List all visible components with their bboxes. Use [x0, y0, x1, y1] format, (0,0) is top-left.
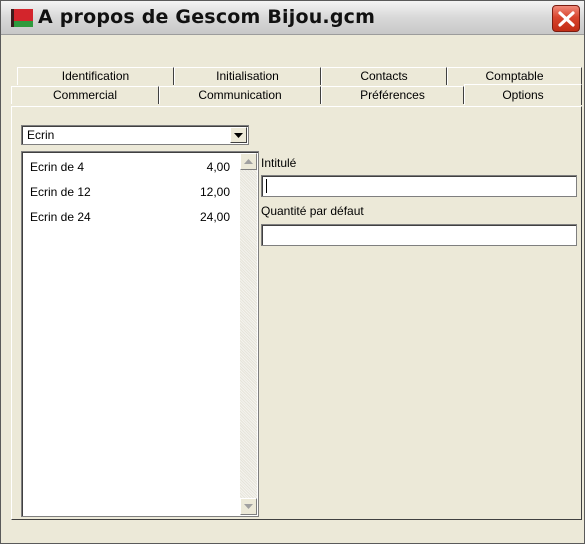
window-title: A propos de Gescom Bijou.gcm [38, 6, 376, 28]
tab-communication[interactable]: Communication [159, 86, 321, 104]
intitule-field[interactable] [261, 175, 577, 197]
intitule-label: Intitulé [261, 156, 297, 170]
list-item[interactable]: Ecrin de 12 12,00 [30, 185, 230, 203]
tab-row-front: Commercial Communication Préférences Opt… [11, 84, 582, 105]
category-combo-value: Ecrin [27, 128, 55, 142]
app-flag-icon [11, 9, 33, 27]
title-bar[interactable]: A propos de Gescom Bijou.gcm [1, 1, 584, 35]
tab-options[interactable]: Options [464, 84, 582, 105]
quantite-label: Quantité par défaut [261, 204, 364, 218]
chevron-down-icon [234, 133, 243, 138]
close-icon [558, 11, 575, 27]
combo-dropdown-button[interactable] [230, 127, 247, 143]
arrow-down-icon [244, 504, 253, 509]
list-item-value: 12,00 [199, 185, 230, 199]
tab-initialisation[interactable]: Initialisation [174, 67, 321, 85]
text-caret [266, 179, 267, 193]
quantite-field[interactable] [261, 224, 577, 246]
about-window: A propos de Gescom Bijou.gcm Identificat… [0, 0, 585, 544]
options-listbox[interactable]: Ecrin de 4 4,00 Ecrin de 12 12,00 Ecrin … [21, 151, 259, 517]
category-combo[interactable]: Ecrin [21, 125, 249, 145]
list-item-label: Ecrin de 24 [30, 210, 91, 224]
list-item-value: 24,00 [199, 210, 230, 224]
tab-commercial[interactable]: Commercial [11, 86, 159, 104]
list-item[interactable]: Ecrin de 4 4,00 [30, 160, 230, 178]
tab-contacts[interactable]: Contacts [321, 67, 447, 85]
scroll-up-button[interactable] [240, 153, 257, 170]
tab-comptable[interactable]: Comptable [447, 67, 582, 85]
list-scrollbar[interactable] [240, 153, 257, 515]
close-button[interactable] [552, 5, 580, 32]
list-item-value: 4,00 [206, 160, 230, 174]
tab-preferences[interactable]: Préférences [321, 86, 464, 104]
list-item[interactable]: Ecrin de 24 24,00 [30, 210, 230, 228]
arrow-up-icon [244, 159, 253, 164]
scroll-down-button[interactable] [240, 498, 257, 515]
list-item-label: Ecrin de 12 [30, 185, 91, 199]
list-item-label: Ecrin de 4 [30, 160, 85, 174]
tab-identification[interactable]: Identification [17, 67, 174, 85]
tab-row-back: Identification Initialisation Contacts C… [17, 67, 582, 85]
